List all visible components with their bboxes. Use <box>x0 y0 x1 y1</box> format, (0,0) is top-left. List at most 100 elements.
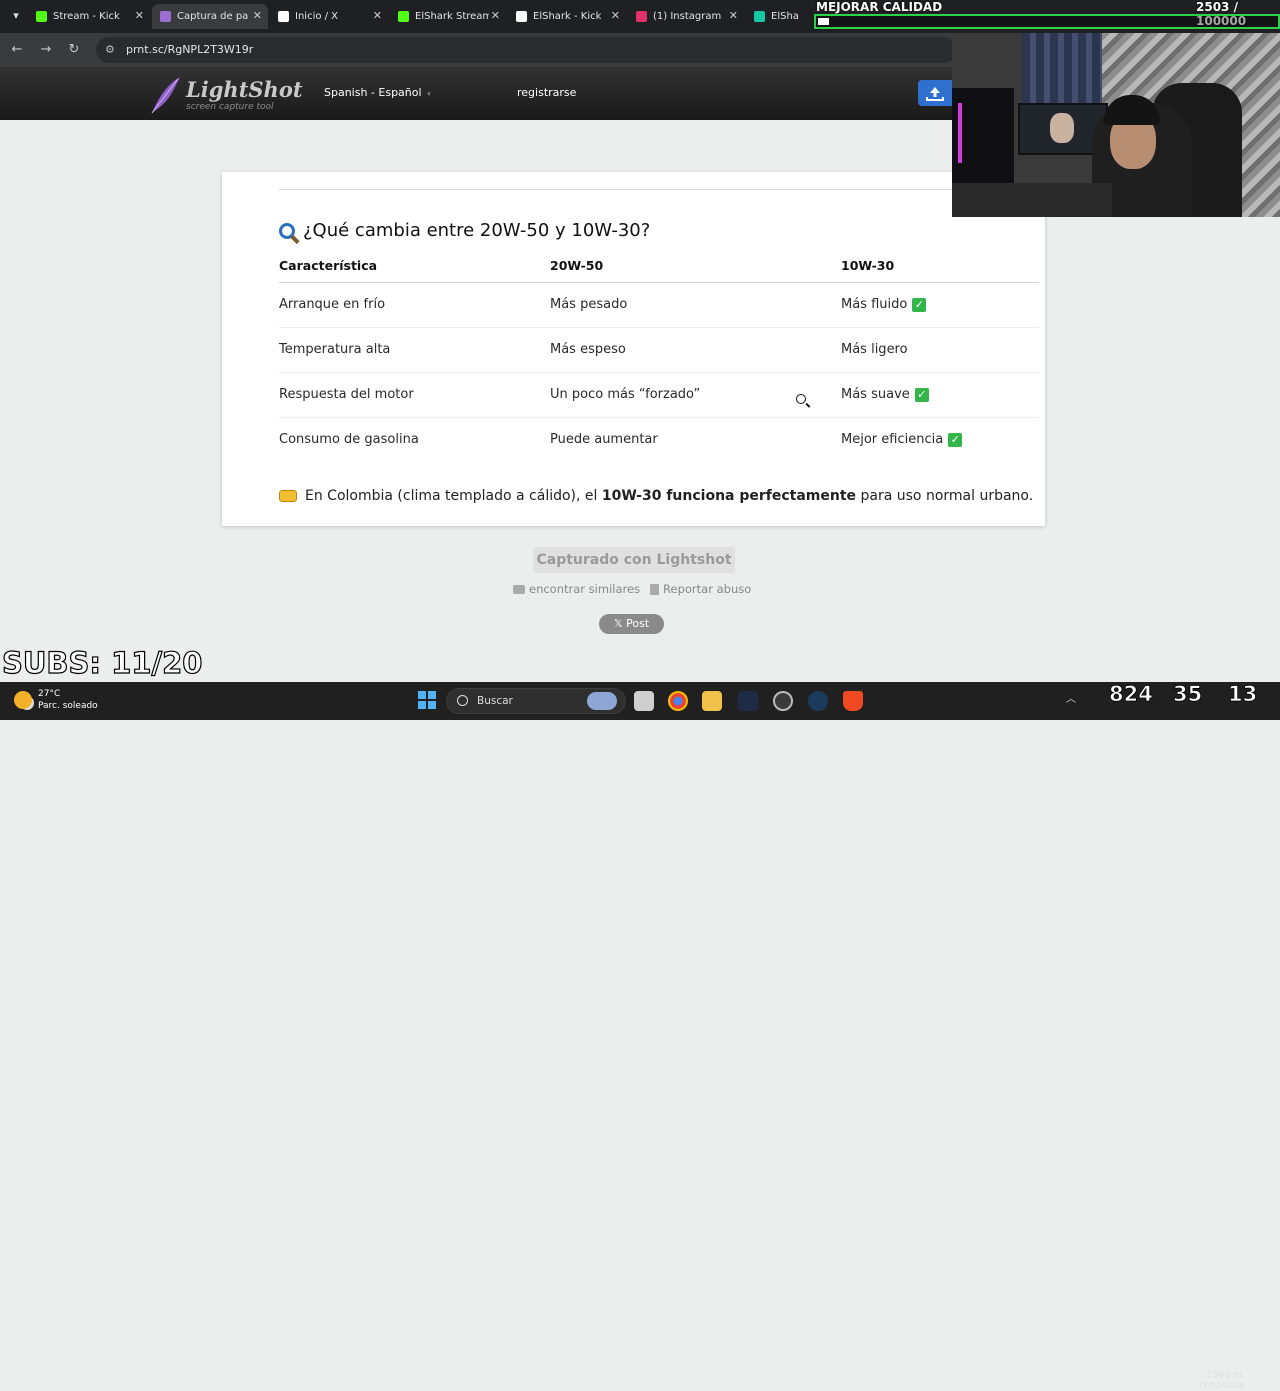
camera-icon <box>513 584 525 594</box>
x-post-button[interactable]: 𝕏 Post <box>599 614 664 634</box>
windows-taskbar: 27°C Parc. soleado Buscar ︿ 2:36 p.m. 27… <box>0 682 1280 1390</box>
brave-icon[interactable] <box>843 691 863 711</box>
browser-tab[interactable]: Stream - Kick ✕ <box>28 4 150 29</box>
lightshot-feather-icon <box>160 11 171 22</box>
openai-icon[interactable] <box>773 691 793 711</box>
logo-tagline: screen capture tool <box>186 102 274 112</box>
register-link[interactable]: registrarse <box>517 86 576 99</box>
taskbar-search-box[interactable]: Buscar <box>446 688 626 714</box>
instagram-icon <box>636 11 647 22</box>
forward-arrow-icon[interactable]: → <box>37 41 55 59</box>
task-view-icon[interactable] <box>634 691 654 711</box>
table-cell-text: Más ligero <box>841 342 908 357</box>
back-arrow-icon[interactable]: ← <box>8 41 26 59</box>
tab-search-menu-icon[interactable]: ▾ <box>6 6 26 26</box>
overlay-counter-1: 824 <box>1109 682 1154 707</box>
table-cell: Mejor eficiencia ✓ <box>841 432 963 447</box>
screenshot-card: ¿Qué cambia entre 20W-50 y 10W-30? Carac… <box>222 172 1045 526</box>
weather-condition: Parc. soleado <box>38 701 98 711</box>
system-tray-chevron-icon[interactable]: ︿ <box>1066 690 1076 705</box>
table-cell: Temperatura alta <box>279 342 390 357</box>
heading-text: ¿Qué cambia entre 20W-50 y 10W-30? <box>303 220 651 241</box>
quality-goal-label: MEJORAR CALIDAD <box>816 0 943 14</box>
table-row: Respuesta del motor Un poco más “forzado”… <box>279 373 1039 418</box>
language-selector[interactable]: Spanish - Español ▾ <box>324 86 431 99</box>
url-text[interactable]: prnt.sc/RgNPL2T3W19r <box>126 43 253 56</box>
lightshot-logo[interactable]: LightShot screen capture tool <box>148 75 303 115</box>
footer-links: encontrar similares Reportar abuso <box>513 582 751 596</box>
table-cell-text: Temperatura alta <box>279 342 391 357</box>
chrome-icon[interactable] <box>668 691 688 711</box>
system-clock[interactable]: 2:36 p.m. 27/02/2026 <box>1198 1369 1244 1391</box>
feather-icon <box>151 77 180 114</box>
steam-icon[interactable] <box>808 691 828 711</box>
start-button[interactable] <box>418 691 436 709</box>
webcam-feed <box>952 33 1280 217</box>
zoom-cursor-icon <box>796 394 806 404</box>
tab-label: Stream - Kick <box>53 11 120 22</box>
close-tab-icon[interactable]: ✕ <box>135 9 144 22</box>
column-header-20w50: 20W-50 <box>550 258 604 273</box>
logo-wordmark: LightShot <box>186 77 303 102</box>
clipboard-icon <box>650 583 660 595</box>
captured-with-lightshot-button[interactable]: Capturado con Lightshot <box>533 547 735 573</box>
find-similar-link[interactable]: encontrar similares <box>513 582 640 596</box>
close-tab-icon[interactable]: ✕ <box>729 9 738 22</box>
weather-widget[interactable]: 27°C Parc. soleado <box>14 688 98 712</box>
address-bar[interactable]: ⚙ prnt.sc/RgNPL2T3W19r <box>96 37 956 63</box>
upload-icon <box>926 87 944 101</box>
table-cell: Arranque en frío <box>279 297 385 312</box>
partly-sunny-icon <box>14 691 32 709</box>
browser-tab[interactable]: (1) Instagram ✕ <box>628 4 744 29</box>
note-text-start: En Colombia (clima templado a cálido), e… <box>305 488 602 504</box>
close-tab-icon[interactable]: ✕ <box>253 9 262 22</box>
reload-icon[interactable]: ↻ <box>65 41 83 59</box>
table-cell: Más espeso <box>550 342 626 357</box>
site-info-icon[interactable]: ⚙ <box>105 43 115 56</box>
table-cell-text: Puede aumentar <box>550 432 658 447</box>
check-mark-icon: ✓ <box>914 387 929 402</box>
quality-goal-progress-bar <box>814 14 1280 29</box>
browser-tab[interactable]: Inicio / X ✕ <box>270 4 388 29</box>
divider <box>279 189 1039 190</box>
webcam-monitor-face <box>1050 113 1074 143</box>
table-cell: Respuesta del motor <box>279 387 414 402</box>
weather-text: 27°C Parc. soleado <box>38 688 98 712</box>
column-header-10w30: 10W-30 <box>841 258 895 273</box>
search-highlight-icon <box>587 692 617 710</box>
browser-tab[interactable]: ElShark_ <box>746 4 816 29</box>
windows-logo-icon-part <box>418 701 426 709</box>
table-cell-text: Más pesado <box>550 297 628 312</box>
tt-icon <box>754 11 765 22</box>
close-tab-icon[interactable]: ✕ <box>373 9 382 22</box>
browser-tab[interactable]: ElShark - Kick ✕ <box>508 4 626 29</box>
browser-tab[interactable]: ElShark Stream ✕ <box>390 4 506 29</box>
table-cell: Más pesado <box>550 297 627 312</box>
search-icon <box>457 695 468 706</box>
taskbar-search-label: Buscar <box>477 695 513 707</box>
table-cell-text: Respuesta del motor <box>279 387 414 402</box>
note-text-end: para uso normal urbano. <box>856 488 1034 504</box>
table-cell-text: Más suave <box>841 387 910 402</box>
windows-logo-icon-part <box>428 691 436 699</box>
tab-label: Captura de pa <box>177 11 249 22</box>
table-row: Arranque en frío Más pesado Más fluido ✓ <box>279 283 1039 328</box>
table-cell-text: Un poco más “forzado” <box>550 387 701 402</box>
table-cell: Más ligero <box>841 342 908 357</box>
find-similar-label: encontrar similares <box>529 582 641 596</box>
report-abuse-link[interactable]: Reportar abuso <box>650 582 751 596</box>
close-tab-icon[interactable]: ✕ <box>491 9 500 22</box>
upload-button[interactable] <box>918 80 952 106</box>
file-explorer-icon[interactable] <box>702 691 722 711</box>
close-tab-icon[interactable]: ✕ <box>611 9 620 22</box>
table-cell: Consumo de gasolina <box>279 432 419 447</box>
tab-label: ElShark - Kick <box>533 11 602 22</box>
conclusion-note: En Colombia (clima templado a cálido), e… <box>279 488 1033 504</box>
weather-temp: 27°C <box>38 689 61 699</box>
pointing-hand-icon <box>279 490 297 502</box>
app-diamond-icon[interactable] <box>738 691 758 711</box>
kick-icon <box>36 11 47 22</box>
windows-logo-icon-part <box>428 701 436 709</box>
overlay-counter-3: 13 <box>1228 682 1258 707</box>
browser-tab[interactable]: Captura de pa ✕ <box>152 4 268 29</box>
